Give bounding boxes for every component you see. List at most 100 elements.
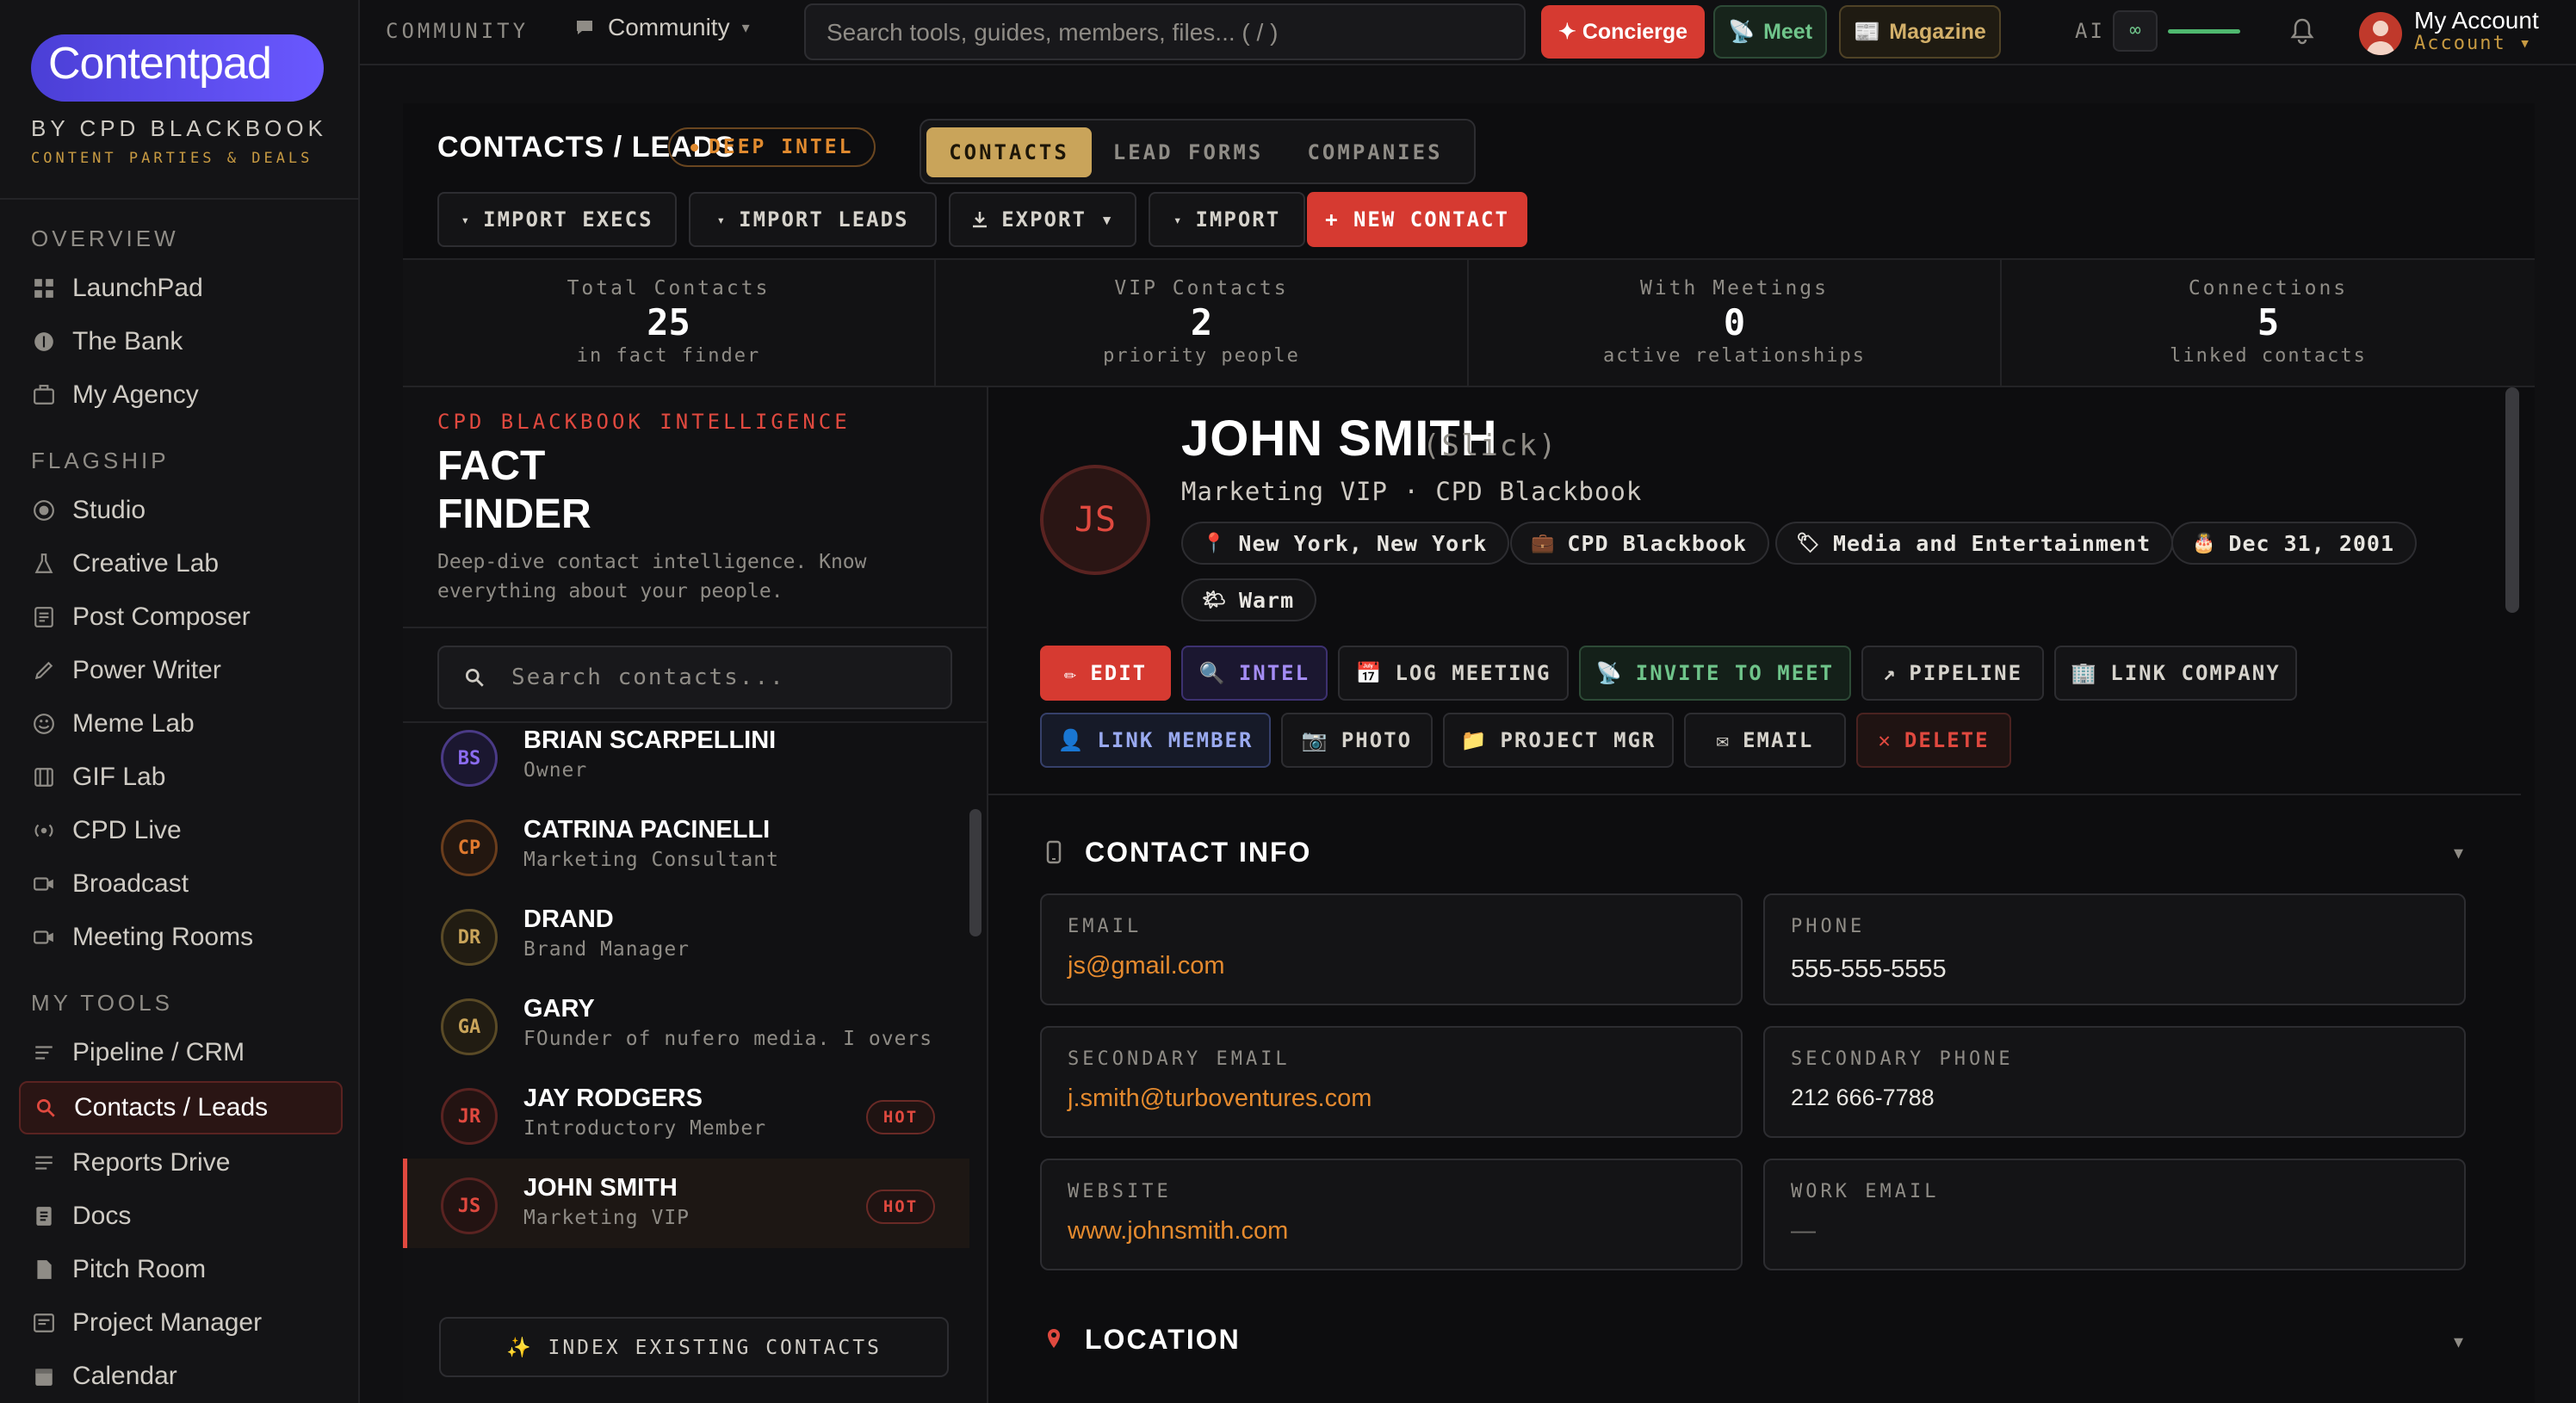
contact-avatar: BS (441, 730, 498, 787)
field-value[interactable]: j.smith@turboventures.com (1068, 1085, 1372, 1113)
field-label: WEBSITE (1068, 1181, 1172, 1202)
profile-avatar[interactable]: JS (1040, 465, 1150, 575)
log-meeting-button[interactable]: 📅 LOG MEETING (1338, 646, 1569, 701)
tag-icon: 🏷 (1796, 532, 1821, 554)
sidebar-item-docs[interactable]: Docs (19, 1190, 343, 1243)
brand-logo-text[interactable]: Contentpad (48, 38, 272, 90)
export-button[interactable]: EXPORT ▾ (949, 192, 1136, 247)
magnifier-icon: 🔍 (1198, 661, 1227, 685)
global-search-input[interactable]: Search tools, guides, members, files... … (804, 3, 1526, 60)
phone-field[interactable]: PHONE 555-555-5555 (1763, 893, 2466, 1005)
link-member-button[interactable]: 👤 LINK MEMBER (1040, 713, 1271, 768)
delete-button[interactable]: ✕ DELETE (1856, 713, 2011, 768)
magazine-button[interactable]: 📰 Magazine (1839, 5, 2001, 59)
account-name[interactable]: My Account (2414, 7, 2539, 34)
sidebar-item-meme-lab[interactable]: Meme Lab (19, 697, 343, 751)
stat-title: With Meetings (1639, 277, 1829, 300)
sidebar-item-cpd-live[interactable]: CPD Live (19, 804, 343, 857)
website-field[interactable]: WEBSITE www.johnsmith.com (1040, 1159, 1743, 1270)
project-mgr-button[interactable]: 📁 PROJECT MGR (1443, 713, 1674, 768)
ai-credits-value[interactable]: ∞ (2113, 10, 2158, 52)
sidebar-item-broadcast[interactable]: Broadcast (19, 857, 343, 911)
import-execs-label: IMPORT EXECS (483, 207, 653, 232)
sidebar-item-calendar[interactable]: Calendar (19, 1350, 343, 1403)
button-label: INTEL (1238, 661, 1310, 685)
list-item[interactable]: CP CATRINA PACINELLI Marketing Consultan… (403, 800, 969, 890)
sidebar-item-pitch-room[interactable]: Pitch Room (19, 1243, 343, 1296)
stat-value: 25 (647, 301, 690, 343)
new-contact-button[interactable]: + NEW CONTACT (1307, 192, 1527, 247)
cake-icon: 🎂 (2192, 532, 2217, 554)
sidebar-item-my-agency[interactable]: My Agency (19, 368, 343, 422)
secondary-email-field[interactable]: SECONDARY EMAIL j.smith@turboventures.co… (1040, 1026, 1743, 1138)
list-item-selected[interactable]: JS JOHN SMITH Marketing VIP HOT (403, 1159, 969, 1248)
index-existing-contacts-button[interactable]: ✨ INDEX EXISTING CONTACTS (439, 1317, 949, 1377)
concierge-button[interactable]: ✦ Concierge (1541, 5, 1705, 59)
community-menu[interactable]: Community ▾ (575, 14, 750, 41)
list-item[interactable]: GA GARY FOunder of nufero media. I overs… (403, 980, 969, 1069)
sidebar-item-meeting-rooms[interactable]: Meeting Rooms (19, 911, 343, 964)
edit-button[interactable]: ✏ EDIT (1040, 646, 1171, 701)
sidebar-item-gif-lab[interactable]: GIF Lab (19, 751, 343, 804)
sidebar-item-reports-drive[interactable]: Reports Drive (19, 1136, 343, 1190)
sidebar-item-studio[interactable]: Studio (19, 484, 343, 537)
work-email-field[interactable]: WORK EMAIL — (1763, 1159, 2466, 1270)
intel-button[interactable]: 🔍 INTEL (1181, 646, 1328, 701)
field-value[interactable]: js@gmail.com (1068, 952, 1225, 980)
board-icon (34, 1313, 54, 1332)
chat-icon (577, 21, 592, 34)
list-item[interactable]: JR JAY RODGERS Introductory Member HOT (403, 1069, 969, 1159)
button-label: LINK COMPANY (2110, 661, 2281, 685)
list-item[interactable]: BS BRIAN SCARPELLINI Owner (403, 723, 969, 800)
account-menu[interactable]: Account ▾ (2414, 33, 2532, 54)
doc-icon (36, 1207, 52, 1226)
sidebar-item-label: Meeting Rooms (72, 923, 254, 951)
secondary-phone-field[interactable]: SECONDARY PHONE 212 666-7788 (1763, 1026, 2466, 1138)
bell-icon[interactable] (2290, 17, 2314, 45)
list-scrollbar[interactable] (969, 809, 981, 936)
sidebar-item-pipeline-crm[interactable]: Pipeline / CRM (19, 1026, 343, 1079)
tab-lead-forms[interactable]: LEAD FORMS (1099, 127, 1278, 177)
detail-scrollbar[interactable] (2505, 387, 2519, 613)
sidebar-item-post-composer[interactable]: Post Composer (19, 590, 343, 644)
stat-value: 2 (1190, 301, 1213, 343)
search-icon (465, 668, 484, 687)
import-execs-button[interactable]: ▾ IMPORT EXECS (437, 192, 677, 247)
sidebar-item-creative-lab[interactable]: Creative Lab (19, 537, 343, 590)
field-value[interactable]: www.johnsmith.com (1068, 1217, 1288, 1245)
contact-role: Brand Manager (523, 938, 690, 961)
contact-info-title[interactable]: CONTACT INFO (1085, 837, 1311, 868)
invite-to-meet-button[interactable]: 📡 INVITE TO MEET (1579, 646, 1851, 701)
grid-icon (34, 279, 53, 298)
tab-contacts[interactable]: CONTACTS (926, 127, 1092, 177)
dot-icon (690, 143, 698, 151)
photo-button[interactable]: 📷 PHOTO (1281, 713, 1433, 768)
meet-button[interactable]: 📡 Meet (1713, 5, 1827, 59)
sidebar-item-project-manager[interactable]: Project Manager (19, 1296, 343, 1350)
chip-industry: 🏷 Media and Entertainment (1775, 522, 2174, 565)
email-button[interactable]: ✉ EMAIL (1684, 713, 1846, 768)
sidebar-item-label: Pipeline / CRM (72, 1038, 245, 1066)
field-value: 555-555-5555 (1791, 955, 1947, 983)
contact-search-input[interactable]: Search contacts... (437, 646, 952, 709)
pipeline-button[interactable]: ↗ PIPELINE (1861, 646, 2044, 701)
link-company-button[interactable]: 🏢 LINK COMPANY (2054, 646, 2297, 701)
import-leads-button[interactable]: ▾ IMPORT LEADS (689, 192, 937, 247)
smiley-icon (34, 714, 54, 734)
contact-name: BRIAN SCARPELLINI (523, 726, 777, 754)
import-button[interactable]: ▾ IMPORT (1149, 192, 1305, 247)
sidebar-item-the-bank[interactable]: The Bank (19, 315, 343, 368)
chevron-down-icon[interactable]: ▾ (2454, 842, 2463, 864)
sidebar-item-contacts-leads[interactable]: Contacts / Leads (19, 1081, 343, 1134)
list-item[interactable]: DR DRAND Brand Manager (403, 890, 969, 980)
calendar-icon (35, 1369, 53, 1386)
email-field[interactable]: EMAIL js@gmail.com (1040, 893, 1743, 1005)
sidebar-item-launchpad[interactable]: LaunchPad (19, 262, 343, 315)
tab-companies[interactable]: COMPANIES (1283, 127, 1467, 177)
sidebar-item-power-writer[interactable]: Power Writer (19, 644, 343, 697)
location-title[interactable]: LOCATION (1085, 1324, 1241, 1356)
pen-icon (34, 661, 53, 680)
avatar[interactable] (2359, 12, 2402, 55)
meet-button-label: Meet (1763, 19, 1813, 44)
chevron-down-icon[interactable]: ▾ (2454, 1331, 2463, 1353)
